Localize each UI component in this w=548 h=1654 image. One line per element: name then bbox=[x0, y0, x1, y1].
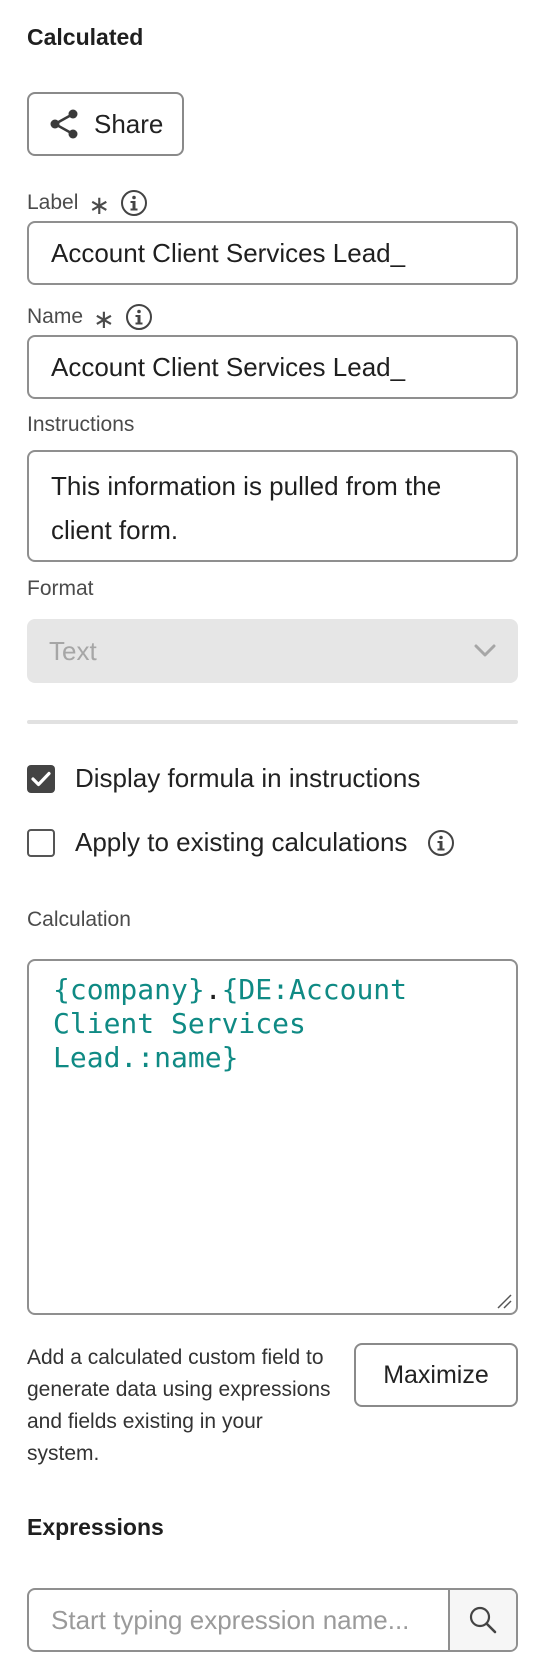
name-field-label: Name ∗ bbox=[27, 302, 153, 332]
calculation-help-text: Add a calculated custom field to generat… bbox=[27, 1346, 331, 1465]
label-field-label: Label ∗ bbox=[27, 188, 148, 218]
calc-separator: . bbox=[204, 973, 222, 1006]
expression-search bbox=[27, 1588, 518, 1652]
name-input[interactable]: Account Client Services Lead_ bbox=[27, 335, 518, 399]
info-icon[interactable] bbox=[427, 829, 455, 857]
calc-token-company: {company} bbox=[53, 973, 205, 1006]
resize-handle-icon[interactable] bbox=[496, 1293, 512, 1309]
section-divider bbox=[27, 720, 518, 724]
calculation-editor[interactable]: {company}.{DE:Account Client Services Le… bbox=[27, 959, 518, 1315]
search-icon bbox=[469, 1606, 497, 1634]
share-label: Share bbox=[94, 108, 164, 139]
apply-existing-checkbox[interactable] bbox=[27, 828, 55, 857]
checkmark-icon bbox=[31, 771, 51, 786]
expression-search-input[interactable] bbox=[29, 1590, 448, 1650]
calculation-label: Calculation bbox=[27, 908, 131, 931]
info-icon[interactable] bbox=[125, 303, 153, 331]
share-icon bbox=[50, 109, 78, 139]
expressions-title: Expressions bbox=[27, 1514, 164, 1540]
panel-title: Calculated bbox=[27, 24, 144, 50]
display-formula-label: Display formula in instructions bbox=[75, 763, 421, 793]
format-label: Format bbox=[27, 577, 94, 600]
share-button[interactable]: Share bbox=[27, 92, 184, 156]
display-formula-checkbox[interactable] bbox=[27, 764, 55, 793]
chevron-down-icon bbox=[474, 644, 496, 657]
apply-existing-option[interactable]: Apply to existing calculations bbox=[27, 827, 455, 858]
format-select: Text bbox=[27, 619, 518, 683]
instructions-textarea[interactable]: This information is pulled from the clie… bbox=[27, 450, 518, 562]
search-button[interactable] bbox=[448, 1590, 516, 1650]
format-value: Text bbox=[49, 635, 97, 666]
instructions-label: Instructions bbox=[27, 413, 135, 436]
maximize-button[interactable]: Maximize bbox=[354, 1343, 518, 1407]
required-indicator: ∗ bbox=[93, 304, 115, 334]
display-formula-option[interactable]: Display formula in instructions bbox=[27, 763, 420, 794]
label-input[interactable]: Account Client Services Lead_ bbox=[27, 221, 518, 285]
info-icon[interactable] bbox=[120, 189, 148, 217]
name-field-text: Name bbox=[27, 305, 84, 328]
apply-existing-label: Apply to existing calculations bbox=[75, 827, 408, 857]
label-field-text: Label bbox=[27, 191, 79, 214]
required-indicator: ∗ bbox=[88, 190, 111, 220]
